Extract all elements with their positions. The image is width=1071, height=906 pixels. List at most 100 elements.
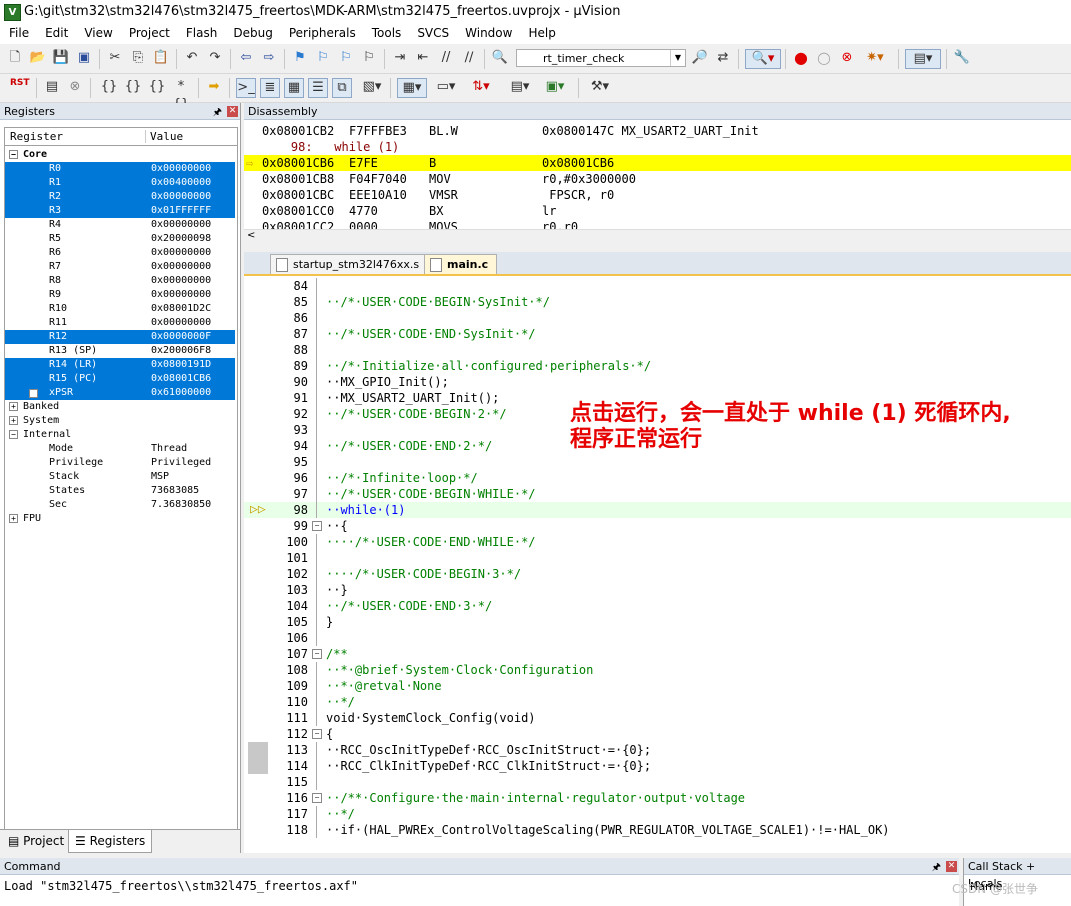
analysis-window-icon[interactable]: ⇅▾ (467, 78, 495, 96)
code-line[interactable]: 89 ··/*·Initialize·all·configured·periphe… (244, 358, 1071, 374)
undo-icon[interactable]: ↶ (183, 49, 201, 67)
register-row[interactable]: R9 0x00000000 (5, 288, 235, 302)
stop-icon[interactable]: ⊗ (66, 78, 84, 96)
register-value[interactable]: 0x00000000 (151, 190, 211, 204)
insert-breakpoint-icon[interactable]: ● (792, 49, 810, 67)
next-bookmark-icon[interactable]: ⚐ (337, 49, 355, 67)
menu-svcs[interactable]: SVCS (408, 24, 456, 44)
toolbox-icon[interactable]: ⚒▾ (585, 78, 615, 96)
run-icon[interactable]: ▤ (43, 78, 61, 96)
paste-icon[interactable]: 📋 (152, 49, 170, 67)
code-line[interactable]: 86 (244, 310, 1071, 326)
register-value[interactable]: 0x00000000 (151, 316, 211, 330)
code-line[interactable]: 110 ··*/ (244, 694, 1071, 710)
fold-toggle-icon[interactable]: − (312, 729, 322, 739)
debug-session-icon[interactable]: 🔍▾ (745, 49, 781, 69)
call-stack-window-icon[interactable]: ⧉ (332, 78, 352, 98)
memory-window-icon[interactable]: ▦▾ (397, 78, 427, 98)
enable-breakpoint-icon[interactable]: ○ (815, 49, 833, 67)
close-icon[interactable]: ✕ (227, 106, 238, 117)
register-row[interactable]: R2 0x00000000 (5, 190, 235, 204)
code-line[interactable]: 84 (244, 278, 1071, 294)
code-line[interactable]: 90 ··MX_GPIO_Init(); (244, 374, 1071, 390)
code-line[interactable]: 107−/** (244, 646, 1071, 662)
pin-icon[interactable]: 🖈 (932, 859, 941, 876)
register-value[interactable]: 0x00000000 (151, 288, 211, 302)
disassembly-line[interactable]: 0x08001CC0 4770 BX lr (244, 203, 1071, 219)
scroll-left-icon[interactable]: < (247, 230, 255, 241)
internal-row[interactable]: Mode Thread (5, 442, 235, 456)
expand-icon[interactable]: + (29, 389, 38, 398)
code-line[interactable]: 108 ··*·@brief·System·Clock·Configuration (244, 662, 1071, 678)
menu-tools[interactable]: Tools (363, 24, 409, 44)
tab-startup-file[interactable]: startup_stm32l476xx.s (270, 254, 429, 274)
watch-window-icon[interactable]: ▧▾ (358, 78, 386, 96)
find-icon[interactable]: 🔎 (691, 49, 709, 67)
prev-bookmark-icon[interactable]: ⚐ (314, 49, 332, 67)
menu-flash[interactable]: Flash (177, 24, 224, 44)
menu-debug[interactable]: Debug (224, 24, 279, 44)
target-combo[interactable]: rt_timer_check ▼ (516, 49, 686, 67)
run-to-cursor-icon[interactable]: *{} (172, 78, 190, 112)
open-file-icon[interactable]: 📂 (29, 49, 47, 67)
register-row[interactable]: R5 0x20000098 (5, 232, 235, 246)
cut-icon[interactable]: ✂ (106, 49, 124, 67)
disassembly-line[interactable]: 0x08001CB2 F7FFFBE3 BL.W 0x0800147C MX_USAR… (244, 123, 1071, 139)
code-area[interactable]: 84 85 ··/*·USER·CODE·BEGIN·SysInit·*/ 86 87 ·… (244, 278, 1071, 853)
step-into-icon[interactable]: {} (100, 78, 118, 96)
disassembly-line[interactable]: 0x08001CBC EEE10A10 VMSR FPSCR, r0 (244, 187, 1071, 203)
window-layout-icon[interactable]: ▤▾ (905, 49, 941, 69)
register-row[interactable]: R15 (PC) 0x08001CB6 (5, 372, 235, 386)
disassembly-window-icon[interactable]: ≣ (260, 78, 280, 98)
pin-icon[interactable]: 🖈 (213, 104, 222, 121)
registers-window-icon[interactable]: ☰ (308, 78, 328, 98)
bookmark-icon[interactable]: ⚑ (291, 49, 309, 67)
menu-project[interactable]: Project (120, 24, 177, 44)
disable-breakpoints-icon[interactable]: ⊗ (838, 49, 856, 67)
tab-project[interactable]: ▤ Project (2, 830, 70, 852)
unindent-icon[interactable]: ⇤ (414, 49, 432, 67)
banked-group[interactable]: + Banked (9, 400, 59, 414)
register-row[interactable]: R10 0x08001D2C (5, 302, 235, 316)
register-value[interactable]: 0x61000000 (151, 386, 211, 400)
register-value[interactable]: 0x00000000 (151, 218, 211, 232)
code-line[interactable]: 87 ··/*·USER·CODE·END·SysInit·*/ (244, 326, 1071, 342)
comment-icon[interactable]: // (437, 49, 455, 67)
register-value[interactable]: 0x00000000 (151, 162, 211, 176)
symbols-window-icon[interactable]: ▦ (284, 78, 304, 98)
code-line[interactable]: 117 ··*/ (244, 806, 1071, 822)
collapse-icon[interactable]: − (9, 149, 18, 159)
step-out-icon[interactable]: {} (148, 78, 166, 96)
uncomment-icon[interactable]: ∕∕ (460, 49, 478, 67)
disassembly-listing[interactable]: 0x08001CB2 F7FFFBE3 BL.W 0x0800147C MX_USAR… (244, 123, 1071, 229)
code-line[interactable]: 104 ··/*·USER·CODE·END·3·*/ (244, 598, 1071, 614)
code-line[interactable]: 101 (244, 550, 1071, 566)
tab-registers[interactable]: ☰ Registers (68, 830, 153, 853)
code-line[interactable]: 97 ··/*·USER·CODE·BEGIN·WHILE·*/ (244, 486, 1071, 502)
register-row[interactable]: R6 0x00000000 (5, 246, 235, 260)
menu-edit[interactable]: Edit (36, 24, 75, 44)
disassembly-horizontal-scrollbar[interactable]: < (244, 229, 1071, 244)
code-line[interactable]: 114 ··RCC_ClkInitTypeDef·RCC_ClkInitStruc… (244, 758, 1071, 774)
code-line[interactable]: 88 (244, 342, 1071, 358)
reset-icon[interactable]: RST (10, 78, 30, 97)
code-line[interactable]: ▷▷ 98 ··while·(1) (244, 502, 1071, 518)
register-value[interactable]: 0x00000000 (151, 260, 211, 274)
fpu-group[interactable]: + FPU (9, 512, 41, 526)
code-line[interactable]: 112−{ (244, 726, 1071, 742)
register-value[interactable]: 0x00400000 (151, 176, 211, 190)
code-line[interactable]: 105} (244, 614, 1071, 630)
copy-icon[interactable]: ⎘ (129, 49, 147, 67)
step-over-icon[interactable]: {} (124, 78, 142, 96)
incremental-find-icon[interactable]: ⇄ (714, 49, 732, 67)
register-row[interactable]: R11 0x00000000 (5, 316, 235, 330)
find-in-files-icon[interactable]: 🔍 (491, 49, 509, 67)
register-value[interactable]: 0x08001CB6 (151, 372, 211, 386)
register-row[interactable]: + xPSR 0x61000000 (5, 386, 235, 400)
register-row[interactable]: R7 0x00000000 (5, 260, 235, 274)
kill-breakpoints-icon[interactable]: ✷▾ (861, 49, 889, 67)
register-value[interactable]: 0x00000000 (151, 246, 211, 260)
internal-group[interactable]: − Internal (9, 428, 71, 442)
code-line[interactable]: 96 ··/*·Infinite·loop·*/ (244, 470, 1071, 486)
disassembly-line[interactable]: 0x08001CB8 F04F7040 MOV r0,#0x3000000 (244, 171, 1071, 187)
